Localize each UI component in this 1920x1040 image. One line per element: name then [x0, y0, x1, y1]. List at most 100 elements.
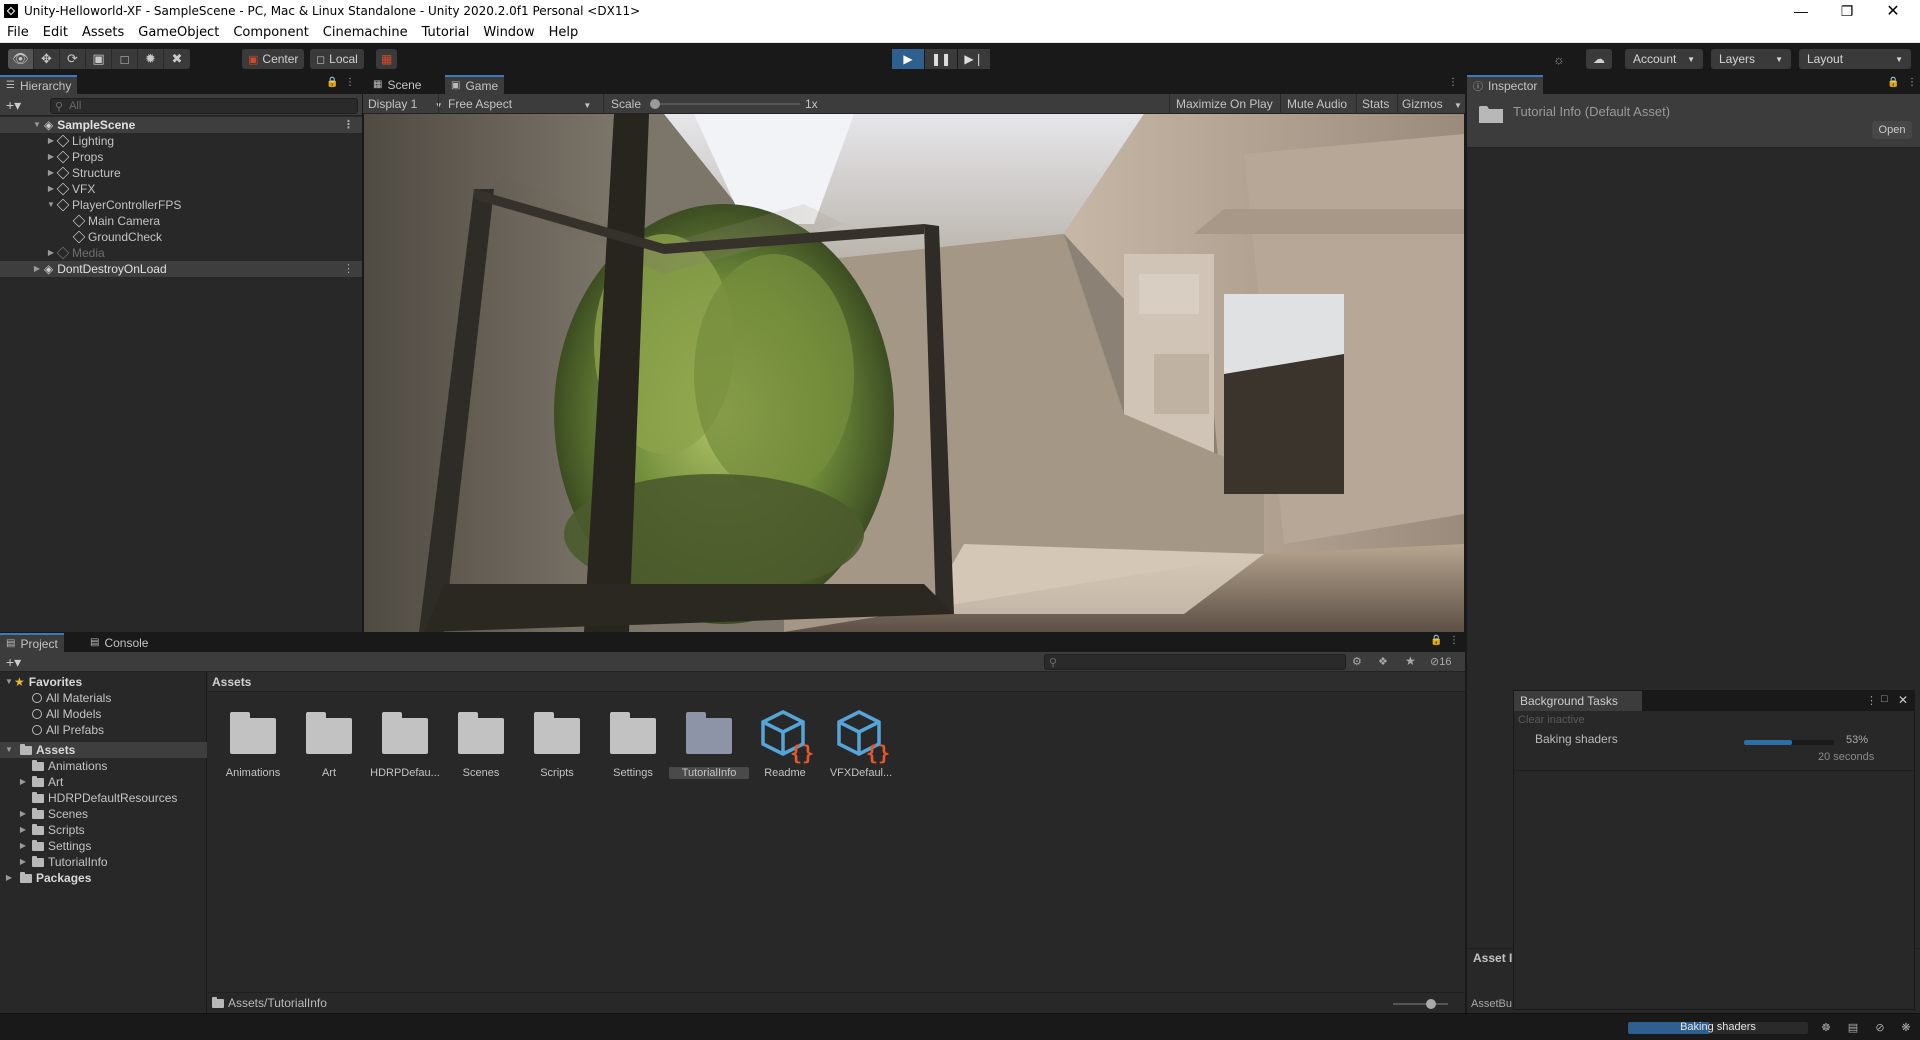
expand-arrow-icon[interactable]: ▶ — [46, 165, 56, 181]
expand-arrow-icon[interactable]: ▶ — [18, 822, 28, 838]
view-tool-eye-icon[interactable]: 👁 — [8, 49, 34, 69]
transform-tool-icon[interactable]: ✹ — [138, 49, 164, 69]
tree-item-structure[interactable]: ▶ Structure — [0, 165, 362, 181]
status-progress-bar[interactable]: Baking shaders — [1628, 1022, 1808, 1034]
favorite-item[interactable]: All Prefabs — [0, 722, 207, 738]
menu-file[interactable]: File — [0, 22, 36, 43]
display-dropdown[interactable]: Display 1 ▼ — [368, 94, 443, 114]
expand-arrow-icon[interactable]: ▶ — [32, 261, 42, 277]
menu-component[interactable]: Component — [226, 22, 315, 43]
move-tool-icon[interactable]: ✥ — [34, 49, 60, 69]
maximize-on-play-toggle[interactable]: Maximize On Play — [1176, 94, 1273, 114]
tree-item-props[interactable]: ▶ Props — [0, 149, 362, 165]
asset-tile-animations[interactable]: Animations — [215, 706, 291, 786]
layout-dropdown[interactable]: Layout ▼ — [1799, 49, 1911, 69]
menu-help[interactable]: Help — [542, 22, 586, 43]
tab-project[interactable]: ▤ Project — [0, 633, 64, 652]
create-plus-icon[interactable]: +▾ — [6, 97, 21, 114]
lock-icon[interactable]: 🔒 — [1430, 635, 1442, 646]
close-icon[interactable]: ✕ — [1898, 693, 1908, 707]
menu-window[interactable]: Window — [476, 22, 541, 43]
lighting-sun-icon[interactable]: ☼ — [1553, 52, 1565, 67]
custom-tool-icon[interactable]: ✖ — [164, 49, 190, 69]
auto-generate-lighting-icon[interactable]: ⊘ — [1873, 1021, 1887, 1035]
favorite-item[interactable]: All Materials — [0, 690, 207, 706]
asset-tile-scenes[interactable]: Scenes — [443, 706, 519, 786]
kebab-menu-icon[interactable]: ⋮ — [1448, 77, 1458, 88]
expand-arrow-icon[interactable]: ▶ — [18, 774, 28, 790]
aspect-dropdown[interactable]: Free Aspect ▼ — [448, 94, 591, 114]
kebab-menu-icon[interactable]: ⋮ — [1907, 77, 1917, 88]
folder-row-settings[interactable]: ▶ Settings — [0, 838, 207, 854]
packages-root-row[interactable]: ▶ Packages — [0, 870, 207, 886]
expand-arrow-icon[interactable]: ▼ — [32, 117, 42, 133]
rect-tool-icon[interactable]: □ — [112, 49, 138, 69]
step-icon[interactable]: ▶❘ — [958, 49, 990, 69]
hierarchy-search-input[interactable]: ⚲ All — [50, 98, 358, 114]
expand-arrow-icon[interactable]: ▶ — [18, 806, 28, 822]
assets-root-row[interactable]: ▼ Assets — [0, 742, 207, 758]
expand-arrow-icon[interactable]: ▶ — [46, 149, 56, 165]
rotate-tool-icon[interactable]: ⟳ — [60, 49, 86, 69]
lock-icon[interactable]: 🔒 — [326, 77, 338, 88]
clear-inactive-button[interactable]: Clear inactive — [1518, 714, 1585, 726]
expand-arrow-icon[interactable]: ▼ — [46, 197, 56, 213]
game-viewport[interactable] — [364, 114, 1464, 632]
zoom-slider-track[interactable] — [1393, 1003, 1448, 1005]
mute-audio-toggle[interactable]: Mute Audio — [1287, 94, 1347, 114]
tree-dontdestroy-row[interactable]: ▶ ◈ DontDestroyOnLoad ⋮ — [0, 261, 362, 277]
favorites-row[interactable]: ▼ ★ Favorites — [0, 674, 207, 690]
label-tag-icon[interactable]: ❖ — [1378, 655, 1388, 668]
project-search-input[interactable]: ⚲ — [1044, 654, 1346, 670]
kebab-menu-icon[interactable]: ⋮ — [1449, 635, 1459, 646]
tab-game[interactable]: ▣ Game — [445, 75, 505, 94]
folder-row-hdrp[interactable]: HDRPDefaultResources — [0, 790, 207, 806]
minimize-icon[interactable]: — — [1778, 0, 1824, 22]
asset-tile-vfxdefault[interactable]: {} VFXDefaul... — [823, 706, 899, 786]
favorite-item[interactable]: All Models — [0, 706, 207, 722]
pause-icon[interactable]: ❚❚ — [925, 49, 957, 69]
menu-assets[interactable]: Assets — [75, 22, 131, 43]
grid-snap-icon[interactable]: ▦ — [376, 49, 398, 69]
tab-hierarchy[interactable]: ☰ Hierarchy — [0, 75, 78, 94]
layers-dropdown[interactable]: Layers ▼ — [1711, 49, 1791, 69]
folder-row-scenes[interactable]: ▶ Scenes — [0, 806, 207, 822]
tab-scene[interactable]: ▦ Scene — [367, 75, 427, 94]
play-icon[interactable]: ▶ — [892, 49, 924, 69]
scale-slider-track[interactable] — [650, 103, 800, 105]
asset-tile-readme[interactable]: {} Readme — [747, 706, 823, 786]
lock-icon[interactable]: 🔒 — [1887, 77, 1899, 88]
tree-item-media[interactable]: ▶ Media — [0, 245, 362, 261]
expand-arrow-icon[interactable]: ▶ — [46, 245, 56, 261]
tree-item-lighting[interactable]: ▶ Lighting — [0, 133, 362, 149]
create-plus-icon[interactable]: +▾ — [6, 654, 21, 671]
asset-tile-settings[interactable]: Settings — [595, 706, 671, 786]
folder-row-animations[interactable]: Animations — [0, 758, 207, 774]
hidden-packages-toggle[interactable]: ⊘16 — [1430, 655, 1451, 668]
menu-edit[interactable]: Edit — [36, 22, 75, 43]
filter-type-icon[interactable]: ⚙ — [1352, 655, 1362, 668]
open-button[interactable]: Open — [1872, 121, 1912, 139]
cloud-icon[interactable]: ☁ — [1586, 49, 1612, 69]
asset-tile-hdrp[interactable]: HDRPDefau... — [367, 706, 443, 786]
pivot-local-button[interactable]: ◻ Local — [310, 49, 364, 69]
menu-gameobject[interactable]: GameObject — [131, 22, 226, 43]
expand-arrow-icon[interactable]: ▶ — [46, 133, 56, 149]
scale-slider-handle[interactable] — [650, 99, 660, 109]
debug-bug-icon[interactable]: ☸ — [1819, 1021, 1833, 1035]
expand-arrow-icon[interactable]: ▼ — [4, 742, 14, 758]
expand-arrow-icon[interactable]: ▶ — [18, 854, 28, 870]
tree-item-main-camera[interactable]: Main Camera — [0, 213, 362, 229]
account-dropdown[interactable]: Account ▼ — [1625, 49, 1703, 69]
tree-item-vfx[interactable]: ▶ VFX — [0, 181, 362, 197]
tree-item-groundcheck[interactable]: GroundCheck — [0, 229, 362, 245]
expand-arrow-icon[interactable]: ▶ — [46, 181, 56, 197]
tab-console[interactable]: ▤ Console — [84, 633, 154, 652]
folder-row-tutorialinfo[interactable]: ▶ TutorialInfo — [0, 854, 207, 870]
gizmos-dropdown[interactable]: Gizmos ▼ — [1402, 94, 1462, 114]
expand-arrow-icon[interactable]: ▼ — [4, 674, 14, 690]
tree-item-playercontroller[interactable]: ▼ PlayerControllerFPS — [0, 197, 362, 213]
pivot-center-button[interactable]: ▣ Center — [242, 49, 305, 69]
close-icon[interactable]: ✕ — [1870, 0, 1916, 22]
expand-arrow-icon[interactable]: ▶ — [18, 838, 28, 854]
